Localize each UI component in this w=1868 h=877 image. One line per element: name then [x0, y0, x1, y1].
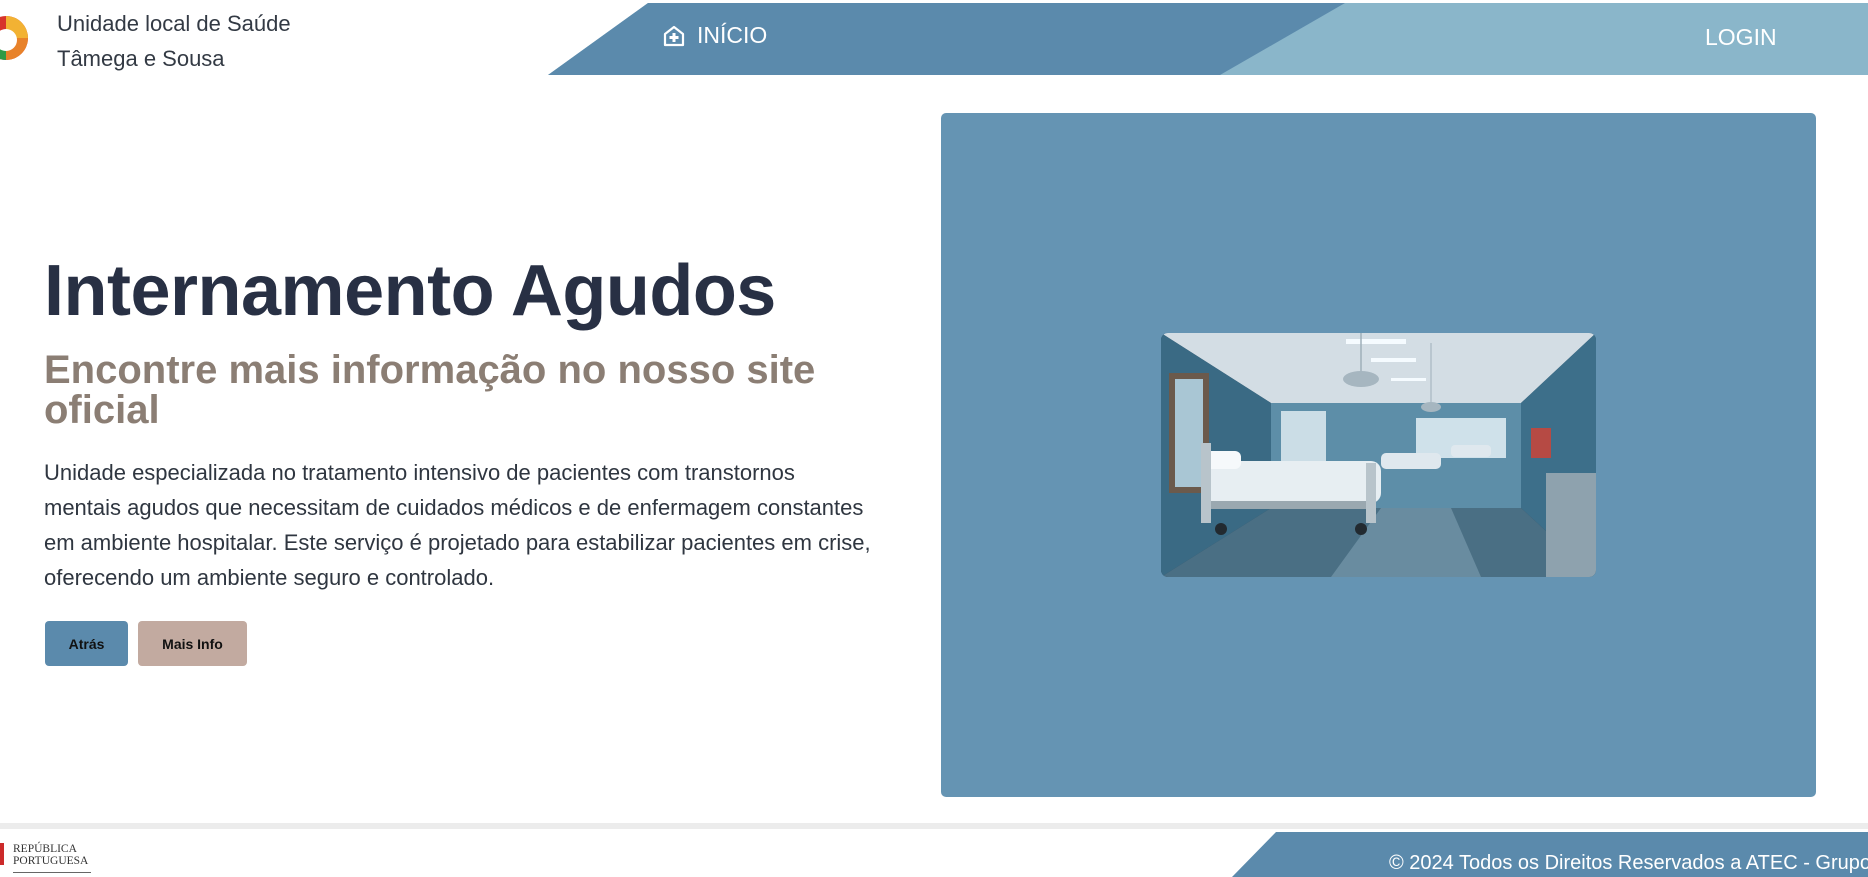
- republica-line1: REPÚBLICA: [13, 843, 77, 855]
- more-info-button[interactable]: Mais Info: [138, 621, 247, 666]
- back-button[interactable]: Atrás: [45, 621, 128, 666]
- uls-logo-icon[interactable]: [0, 8, 42, 68]
- organization-name: Unidade local de Saúde Tâmega e Sousa: [57, 6, 291, 76]
- nav-home-link[interactable]: INÍCIO: [663, 22, 767, 49]
- nav-login-link[interactable]: LOGIN: [1705, 24, 1777, 51]
- page-subtitle: Encontre mais informação no nosso site o…: [44, 348, 816, 432]
- republica-line2: PORTUGUESA: [13, 855, 89, 867]
- hospital-ward-image: [1161, 333, 1596, 577]
- organization-name-line2: Tâmega e Sousa: [57, 46, 225, 71]
- page-title: Internamento Agudos: [44, 251, 776, 331]
- service-description: Unidade especializada no tratamento inte…: [44, 460, 871, 590]
- hospital-home-icon: [663, 25, 685, 46]
- organization-name-line1: Unidade local de Saúde: [57, 11, 291, 36]
- nav-home-label: INÍCIO: [697, 22, 768, 48]
- media-panel: [941, 113, 1816, 797]
- copyright-text: © 2024 Todos os Direitos Reservados a AT…: [1389, 852, 1868, 874]
- republica-portuguesa-text: REPÚBLICA PORTUGUESA: [13, 843, 88, 867]
- footer-divider: [0, 823, 1868, 829]
